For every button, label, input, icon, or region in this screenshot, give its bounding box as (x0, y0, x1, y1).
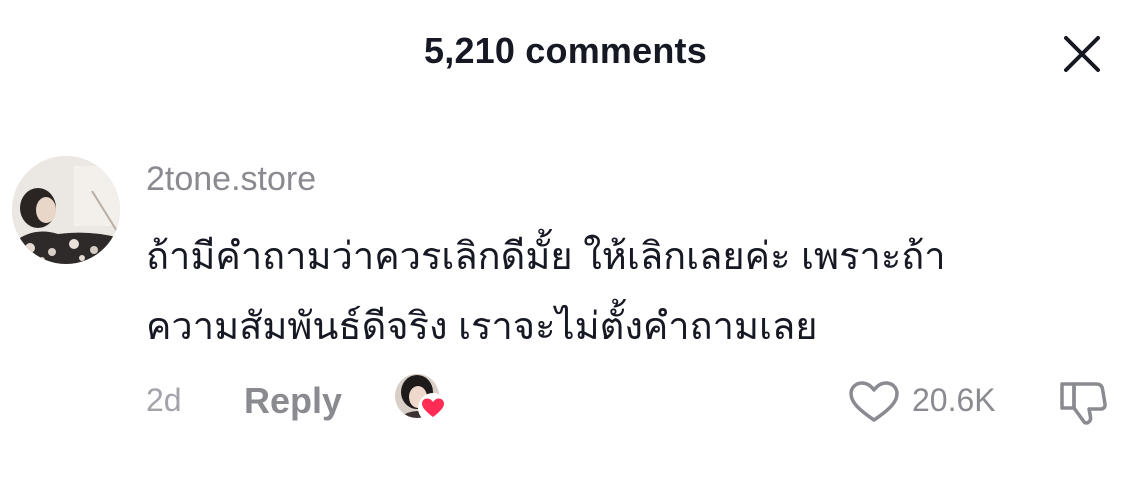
comment-text: ถ้ามีคำถามว่าควรเลิกดีมั้ย ให้เลิกเลยค่ะ… (146, 222, 1076, 362)
reply-button[interactable]: Reply (244, 380, 342, 422)
comment-timestamp: 2d (146, 382, 182, 418)
creator-heart-icon (418, 393, 448, 423)
avatar[interactable] (12, 156, 120, 264)
creator-liked-badge (395, 374, 451, 426)
comment-actions: 2d Reply 20.6K (0, 372, 1127, 428)
comment-text-line: ความสัมพันธ์ดีจริง เราจะไม่ตั้งคำถามเลย (146, 306, 818, 348)
comments-count-title: 5,210 comments (424, 30, 707, 71)
comment-username[interactable]: 2tone.store (146, 160, 316, 199)
comment-text-line: ถ้ามีคำถามว่าควรเลิกดีมั้ย ให้เลิกเลยค่ะ… (146, 236, 946, 278)
close-icon (1064, 36, 1100, 72)
comment-item: 2tone.store ถ้ามีคำถามว่าควรเลิกดีมั้ย ใ… (0, 140, 1127, 440)
dislike-button[interactable] (1054, 376, 1110, 428)
like-button[interactable] (846, 378, 902, 426)
close-button[interactable] (1058, 30, 1106, 78)
comments-header: 5,210 comments (0, 0, 1127, 110)
heart-outline-icon (849, 381, 899, 422)
like-count: 20.6K (912, 382, 996, 418)
avatar-image (12, 156, 120, 264)
thumbs-down-icon (1060, 382, 1107, 425)
